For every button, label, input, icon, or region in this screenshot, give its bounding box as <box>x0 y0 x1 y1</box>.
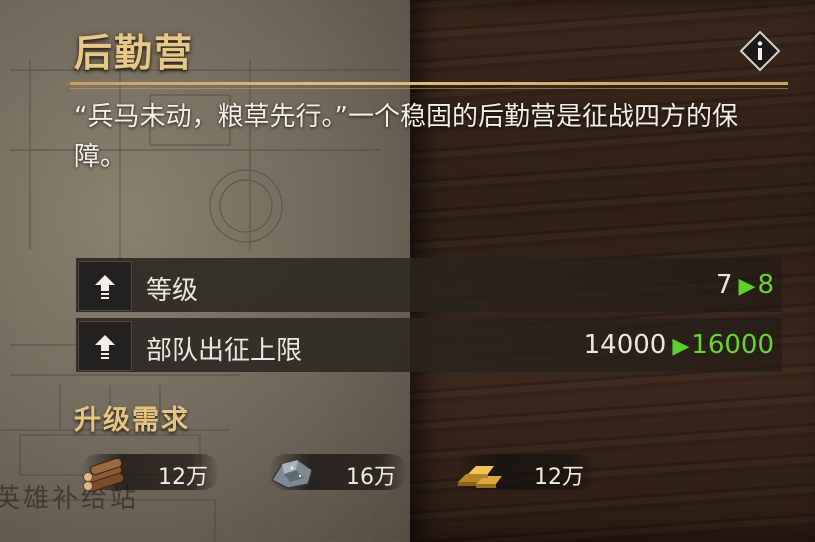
upgrade-arrow-badge <box>78 321 132 371</box>
upgrade-arrow-badge <box>78 261 132 311</box>
stat-values: 7 ▶8 <box>716 270 774 300</box>
increase-arrow-icon: ▶ <box>672 334 690 359</box>
ore-amount: 16万 <box>346 465 396 490</box>
info-button[interactable] <box>739 30 781 72</box>
next-value: 8 <box>757 270 774 300</box>
title-divider <box>70 82 788 85</box>
info-icon <box>739 30 781 72</box>
stat-label: 部队出征上限 <box>146 336 303 366</box>
requirement-wood[interactable]: 12万 <box>80 454 220 493</box>
stat-row-level: 等级 7 ▶8 <box>76 258 782 312</box>
stat-values: 14000 ▶16000 <box>584 330 774 360</box>
requirement-gold[interactable]: 12万 <box>456 454 596 490</box>
title-divider-thin <box>70 88 788 89</box>
divider-ornament-right: ◦ <box>782 79 788 90</box>
wood-log-icon <box>83 457 125 493</box>
panel-title: 后勤营 <box>74 31 195 75</box>
current-value: 7 <box>715 270 733 300</box>
stat-label: 等级 <box>146 276 199 306</box>
gold-bar-icon <box>458 466 502 488</box>
building-description: “兵马未动，粮草先行。”一个稳固的后勤营是征战四方的保障。 <box>74 102 738 172</box>
increase-arrow-icon: ▶ <box>738 274 756 299</box>
up-arrow-icon <box>95 335 115 359</box>
next-value: 16000 <box>691 330 774 360</box>
wood-amount: 12万 <box>158 465 208 490</box>
current-value: 14000 <box>583 330 667 360</box>
gold-amount: 12万 <box>534 465 584 490</box>
stat-row-march-limit: 部队出征上限 14000 ▶16000 <box>76 318 782 372</box>
up-arrow-icon <box>95 275 115 299</box>
ore-stone-icon <box>271 459 313 489</box>
requirements-title: 升级需求 <box>74 405 190 436</box>
requirement-ore[interactable]: 16万 <box>268 454 408 490</box>
divider-ornament-left: ◦ <box>64 79 70 90</box>
